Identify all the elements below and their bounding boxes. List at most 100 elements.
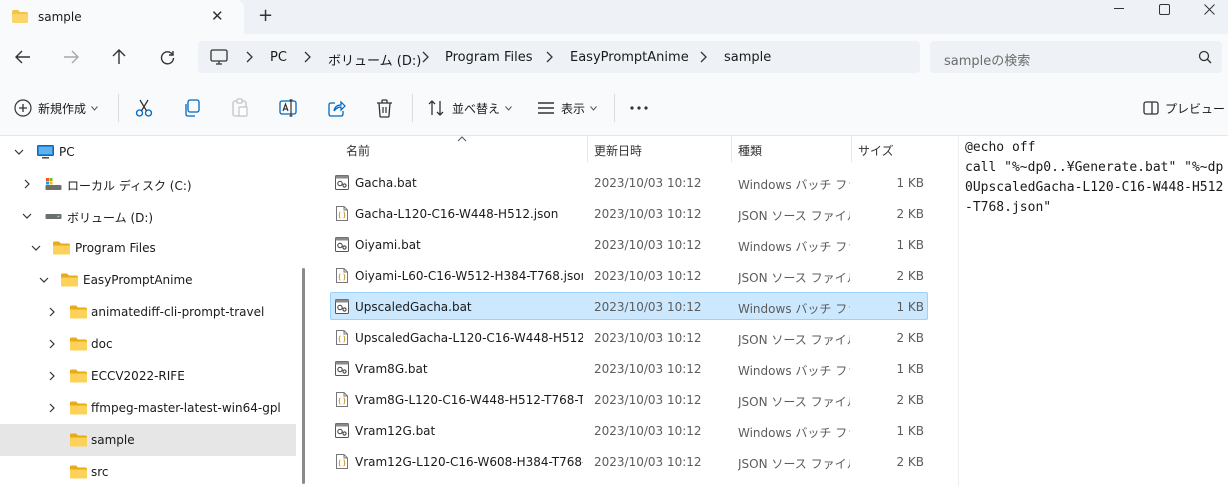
view-button[interactable]: 表示 — [537, 96, 597, 120]
folder-icon — [70, 433, 87, 447]
chevron-right-icon — [700, 51, 707, 63]
file-name: UpscaledGacha-L120-C16-W448-H512-T7... — [355, 331, 583, 345]
file-row[interactable]: Vram12G-L120-C16-W608-H384-T768-T11... 20… — [330, 447, 928, 475]
file-row[interactable]: Oiyami.bat 2023/10/03 10:12 Windows バッチ ファ… — [330, 230, 928, 258]
sort-button[interactable]: 並べ替え — [428, 96, 512, 120]
tab-sample[interactable]: sample ✕ — [0, 0, 244, 34]
tree-item-easypromptanime[interactable]: EasyPromptAnime — [0, 264, 296, 296]
file-row[interactable]: Gacha.bat 2023/10/03 10:12 Windows バッチ ファ.… — [330, 168, 928, 196]
forward-arrow-icon[interactable] — [60, 46, 82, 68]
file-row[interactable]: Oiyami-L60-C16-W512-H384-T768.json 2023/1… — [330, 261, 928, 289]
breadcrumb-volume-d[interactable]: ボリューム (D:) — [328, 50, 421, 69]
rename-button[interactable] — [279, 96, 299, 120]
tree-item-program-files[interactable]: Program Files — [0, 232, 296, 264]
file-size: 2 KB — [896, 331, 924, 345]
chevron-right-icon[interactable] — [47, 339, 57, 349]
tree-label: doc — [91, 337, 113, 351]
breadcrumb-program-files[interactable]: Program Files — [445, 50, 533, 65]
tree-label: sample — [91, 433, 135, 447]
chevron-down-icon[interactable] — [39, 275, 49, 285]
tree-item-animatediff-cli-prompt-travel[interactable]: animatediff-cli-prompt-travel — [0, 296, 296, 328]
plus-icon[interactable]: + — [258, 6, 273, 26]
folder-icon — [70, 305, 87, 319]
chevron-down-icon[interactable] — [31, 243, 41, 253]
chevron-down-icon — [505, 105, 512, 111]
tree-label: ボリューム (D:) — [67, 211, 154, 225]
file-row[interactable]: UpscaledGacha.bat 2023/10/03 10:12 Windows… — [330, 292, 928, 320]
separator — [614, 94, 615, 122]
cut-button[interactable] — [134, 96, 154, 120]
share-icon — [328, 100, 346, 117]
tree-item-ffmpeg[interactable]: ffmpeg-master-latest-win64-gpl — [0, 392, 296, 424]
tree-label: Program Files — [75, 241, 156, 255]
column-size[interactable]: サイズ — [858, 142, 894, 159]
address-bar[interactable]: PC ボリューム (D:) Program Files EasyPromptAn… — [198, 41, 920, 73]
back-arrow-icon[interactable] — [12, 46, 34, 68]
folder-icon — [61, 273, 78, 287]
new-plus-icon — [14, 99, 32, 117]
tree-item-doc[interactable]: doc — [0, 328, 296, 360]
column-divider[interactable] — [731, 136, 732, 162]
tree-label: animatediff-cli-prompt-travel — [91, 305, 265, 319]
file-row[interactable]: Gacha-L120-C16-W448-H512.json 2023/10/03 … — [330, 199, 928, 227]
chevron-down-icon[interactable] — [22, 211, 32, 221]
tree-label: src — [91, 465, 109, 479]
json-file-icon — [336, 330, 348, 345]
chevron-right-icon[interactable] — [22, 179, 32, 189]
more-options-button[interactable] — [630, 96, 648, 120]
column-type[interactable]: 種類 — [738, 142, 762, 159]
refresh-icon[interactable] — [156, 46, 178, 68]
tree-item-pc[interactable]: PC — [0, 136, 296, 168]
file-date: 2023/10/03 10:12 — [594, 238, 702, 252]
maximize-icon[interactable] — [1141, 0, 1187, 18]
file-type: Windows バッチ ファ... — [738, 178, 850, 192]
chevron-right-icon[interactable] — [47, 307, 57, 317]
tree-item-eccv2022-rife[interactable]: ECCV2022-RIFE — [0, 360, 296, 392]
chevron-right-icon[interactable] — [47, 403, 57, 413]
preview-pane-button[interactable]: プレビュー — [1143, 96, 1225, 120]
delete-button[interactable] — [376, 96, 393, 120]
tree-label: ffmpeg-master-latest-win64-gpl — [91, 401, 281, 415]
column-date[interactable]: 更新日時 — [594, 142, 642, 159]
file-name: Gacha-L120-C16-W448-H512.json — [355, 207, 559, 221]
file-type: JSON ソース ファイル — [738, 457, 850, 471]
file-row[interactable]: Vram8G.bat 2023/10/03 10:12 Windows バッチ ファ… — [330, 354, 928, 382]
tab-close-icon[interactable]: ✕ — [211, 8, 224, 24]
drive-icon — [45, 214, 62, 219]
tree-item-local-disk-c[interactable]: ローカル ディスク (C:) — [0, 168, 296, 200]
search-box[interactable]: sampleの検索 — [930, 41, 1222, 73]
disk-c-icon — [45, 178, 62, 190]
search-icon[interactable] — [1198, 50, 1212, 64]
file-row[interactable]: UpscaledGacha-L120-C16-W448-H512-T7... 20… — [330, 323, 928, 351]
paste-button[interactable] — [231, 96, 249, 120]
separator — [412, 94, 413, 122]
bat-file-icon — [335, 237, 349, 252]
navigation-pane: PC ローカル ディスク (C:) ボリューム (D:) Program Fil… — [0, 136, 312, 486]
tree-item-volume-d[interactable]: ボリューム (D:) — [0, 200, 296, 232]
column-divider[interactable] — [587, 136, 588, 162]
breadcrumb-easypromptanime[interactable]: EasyPromptAnime — [570, 50, 689, 65]
new-button[interactable]: 新規作成 — [14, 96, 98, 120]
tree-item-src[interactable]: src — [0, 456, 296, 486]
column-name[interactable]: 名前 — [346, 142, 370, 159]
file-date: 2023/10/03 10:12 — [594, 269, 702, 283]
file-row[interactable]: Vram12G.bat 2023/10/03 10:12 Windows バッチ フ… — [330, 416, 928, 444]
nav-scrollbar[interactable] — [302, 268, 305, 484]
chevron-down-icon[interactable] — [14, 147, 24, 157]
share-button[interactable] — [328, 96, 346, 120]
tree-label: ローカル ディスク (C:) — [67, 179, 192, 193]
column-divider[interactable] — [851, 136, 852, 162]
chevron-right-icon[interactable] — [47, 371, 57, 381]
file-type: Windows バッチ ファ... — [738, 426, 850, 440]
sort-icon — [428, 100, 444, 116]
close-icon[interactable] — [1186, 0, 1228, 18]
minimize-icon[interactable] — [1096, 0, 1142, 18]
up-arrow-icon[interactable] — [108, 46, 130, 68]
file-row[interactable]: Vram8G-L120-C16-W448-H512-T768-T102... 20… — [330, 385, 928, 413]
copy-button[interactable] — [183, 96, 201, 120]
breadcrumb-sample[interactable]: sample — [724, 50, 771, 65]
breadcrumb-pc[interactable]: PC — [270, 50, 287, 65]
tree-item-sample[interactable]: sample — [0, 424, 296, 456]
preview-pane: @echo off call "%~dp0..¥Generate.bat" "%… — [958, 136, 1228, 486]
file-name: Oiyami.bat — [355, 238, 421, 252]
